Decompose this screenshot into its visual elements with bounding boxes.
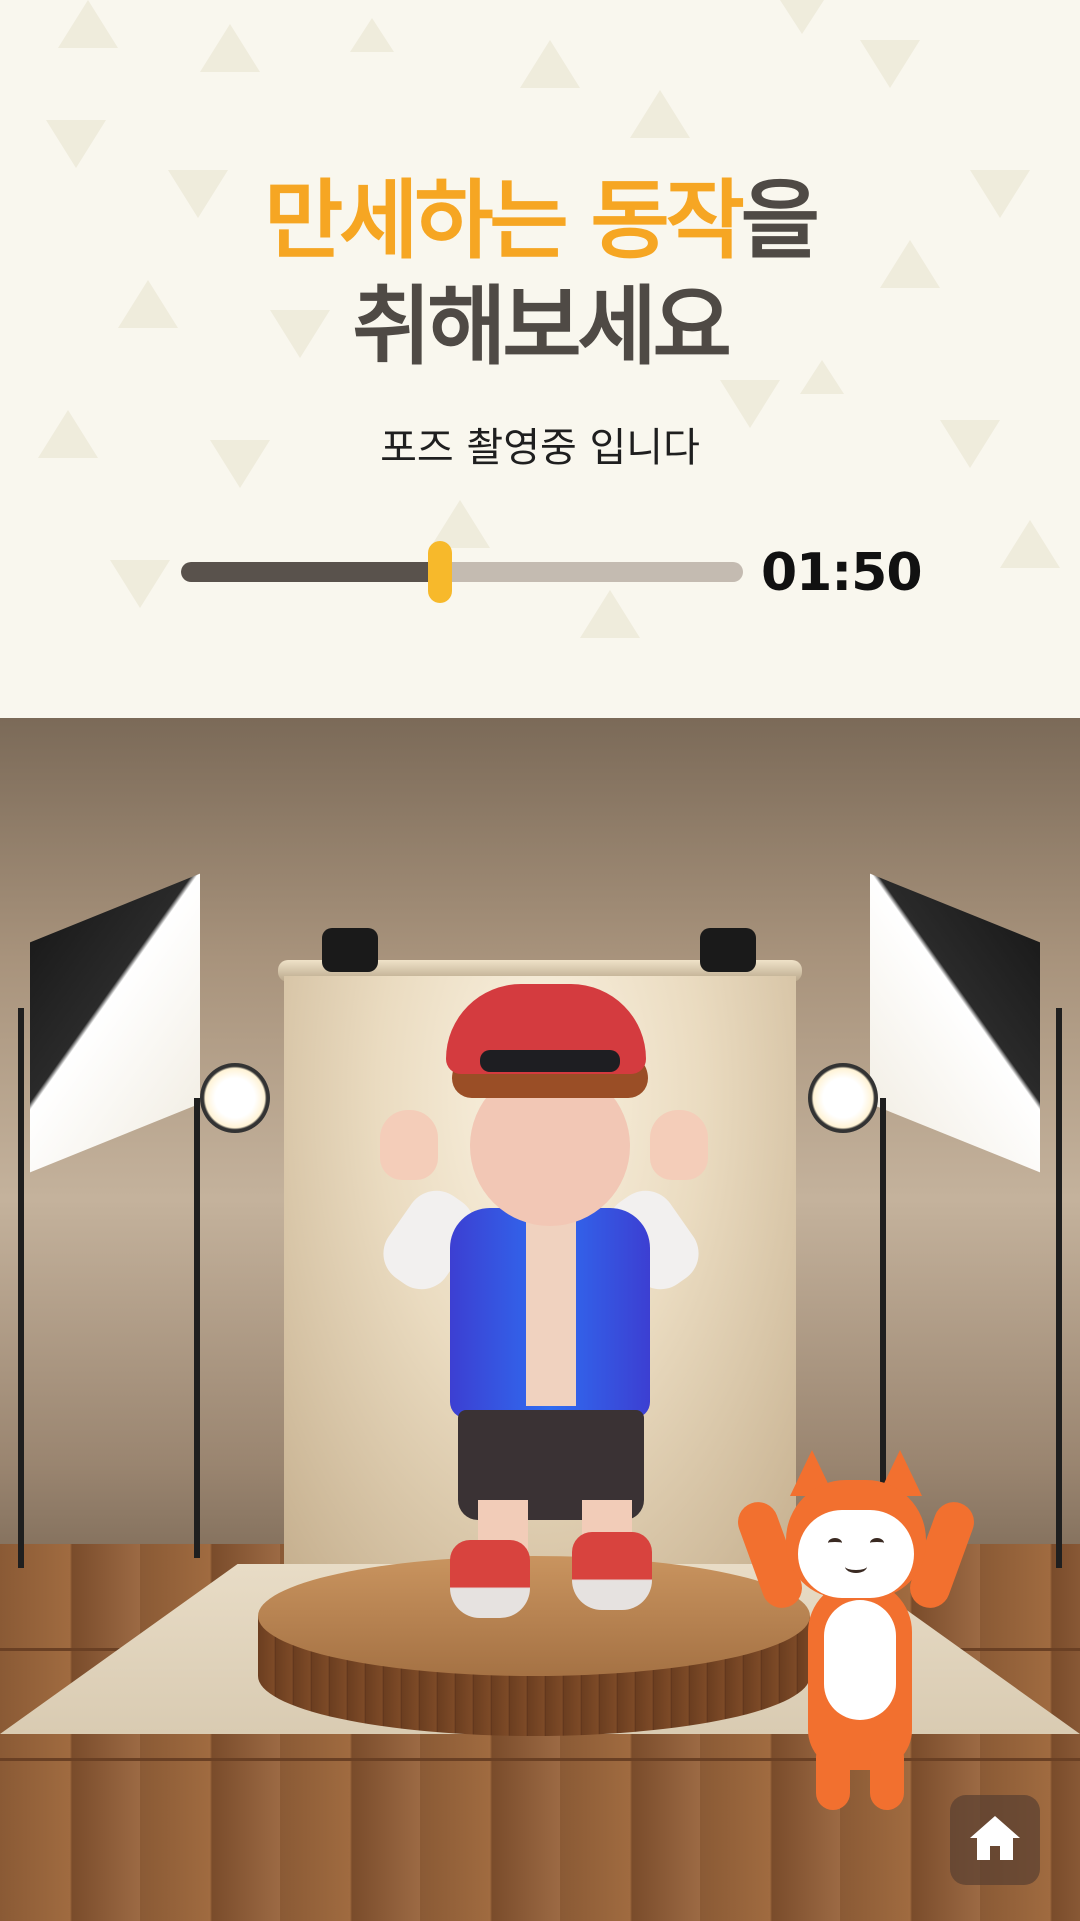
photo-studio-scene bbox=[0, 718, 1080, 1921]
avatar-cap-brim bbox=[480, 1050, 620, 1072]
fox-right-eye bbox=[870, 1538, 884, 1548]
progress-fill bbox=[181, 562, 440, 582]
progress-track bbox=[181, 562, 743, 582]
remaining-time: 01:50 bbox=[761, 543, 923, 603]
home-button[interactable] bbox=[950, 1795, 1040, 1885]
fox-smile bbox=[845, 1560, 867, 1573]
fox-right-leg bbox=[870, 1740, 904, 1810]
studio-lamp-icon bbox=[200, 1063, 270, 1133]
fox-left-eye bbox=[828, 1538, 842, 1548]
background-triangle bbox=[110, 560, 170, 608]
background-triangle bbox=[780, 0, 824, 34]
avatar-left-hand bbox=[380, 1110, 438, 1180]
avatar-right-shoe bbox=[572, 1532, 652, 1610]
background-triangle bbox=[860, 40, 920, 88]
instruction-line-1-rest: 을 bbox=[740, 171, 820, 271]
progress-thumb bbox=[427, 541, 452, 603]
background-triangle bbox=[350, 18, 394, 52]
instruction-line-2: 취해보세요 bbox=[352, 277, 732, 377]
spotlight-icon bbox=[700, 928, 756, 972]
instruction-panel: 만세하는 동작을 취해보세요 포즈 촬영중 입니다 01:50 bbox=[0, 0, 1080, 718]
avatar-right-hand bbox=[650, 1110, 708, 1180]
background-triangle bbox=[58, 0, 118, 48]
countdown-timer: 01:50 bbox=[181, 535, 923, 607]
fox-left-leg bbox=[816, 1740, 850, 1810]
background-triangle bbox=[46, 120, 106, 168]
avatar-shirt bbox=[526, 1216, 576, 1406]
avatar-left-shoe bbox=[450, 1540, 530, 1618]
softbox-left-icon bbox=[30, 873, 200, 1173]
softbox-right-icon bbox=[870, 873, 1040, 1173]
fox-face bbox=[798, 1510, 914, 1598]
capture-status-text: 포즈 촬영중 입니다 bbox=[380, 425, 700, 471]
light-stand bbox=[18, 1008, 24, 1568]
light-stand bbox=[194, 1098, 200, 1558]
light-stand bbox=[1056, 1008, 1062, 1568]
boy-avatar bbox=[360, 980, 720, 1618]
fox-belly bbox=[824, 1600, 896, 1720]
stage-platform bbox=[258, 1556, 810, 1676]
background-triangle bbox=[200, 24, 260, 72]
home-icon bbox=[968, 1813, 1022, 1867]
studio-lamp-icon bbox=[808, 1063, 878, 1133]
instruction-highlight: 만세하는 동작 bbox=[264, 171, 745, 271]
instruction-line-1: 만세하는 동작을 bbox=[0, 178, 1080, 264]
fox-mascot bbox=[732, 1450, 980, 1810]
background-triangle bbox=[630, 90, 690, 138]
spotlight-icon bbox=[322, 928, 378, 972]
background-triangle bbox=[520, 40, 580, 88]
background-triangle bbox=[1000, 520, 1060, 568]
